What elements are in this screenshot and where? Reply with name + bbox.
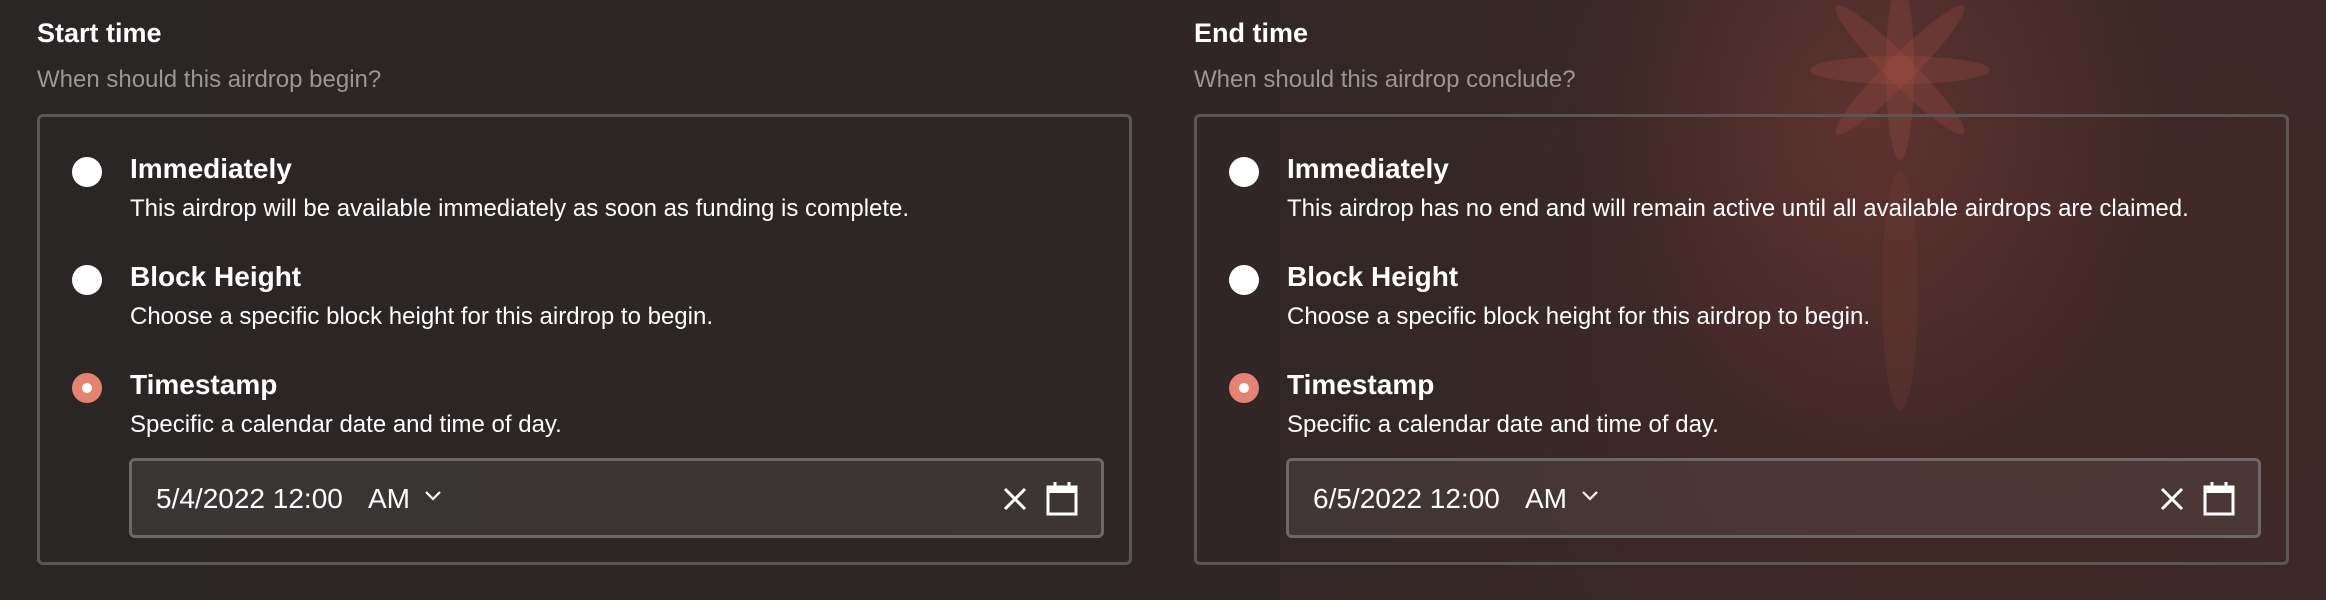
option-label: Block Height [1287, 261, 1459, 292]
start-option-immediately[interactable]: Immediately This airdrop will be availab… [40, 153, 1130, 243]
start-time-options-box: Immediately This airdrop will be availab… [37, 114, 1132, 565]
close-icon[interactable] [2158, 485, 2186, 513]
start-option-block-height[interactable]: Block Height Choose a specific block hei… [40, 261, 1130, 351]
option-description: Specific a calendar date and time of day… [1287, 411, 1719, 438]
end-option-block-height[interactable]: Block Height Choose a specific block hei… [1197, 261, 2287, 351]
start-time-subtitle: When should this airdrop begin? [37, 66, 382, 93]
calendar-icon[interactable] [2202, 481, 2236, 517]
option-description: Specific a calendar date and time of day… [130, 411, 562, 438]
radio-button-selected[interactable] [1229, 373, 1259, 403]
chevron-down-icon[interactable] [1581, 489, 1599, 503]
end-time-options-box: Immediately This airdrop has no end and … [1194, 114, 2289, 565]
option-label: Block Height [130, 261, 302, 292]
ampm-value[interactable]: AM [1525, 483, 1567, 515]
radio-button[interactable] [1229, 265, 1259, 295]
end-option-timestamp[interactable]: Timestamp Specific a calendar date and t… [1197, 369, 2287, 459]
option-description: This airdrop will be available immediate… [130, 195, 910, 222]
end-time-subtitle: When should this airdrop conclude? [1194, 66, 1576, 93]
option-label: Immediately [1287, 153, 1449, 184]
option-label: Timestamp [130, 369, 278, 400]
end-datetime-input[interactable]: 6/5/2022 12:00 AM [1286, 458, 2261, 538]
chevron-down-icon[interactable] [424, 489, 442, 503]
start-time-title: Start time [37, 18, 162, 48]
option-description: Choose a specific block height for this … [130, 303, 713, 330]
option-label: Immediately [130, 153, 292, 184]
option-description: Choose a specific block height for this … [1287, 303, 1870, 330]
start-option-timestamp[interactable]: Timestamp Specific a calendar date and t… [40, 369, 1130, 459]
ampm-value[interactable]: AM [368, 483, 410, 515]
option-description: This airdrop has no end and will remain … [1287, 195, 2189, 222]
end-option-immediately[interactable]: Immediately This airdrop has no end and … [1197, 153, 2287, 243]
close-icon[interactable] [1001, 485, 1029, 513]
radio-button[interactable] [72, 265, 102, 295]
option-label: Timestamp [1287, 369, 1435, 400]
end-time-title: End time [1194, 18, 1309, 48]
datetime-value[interactable]: 5/4/2022 12:00 [156, 483, 343, 515]
calendar-icon[interactable] [1045, 481, 1079, 517]
radio-button[interactable] [1229, 157, 1259, 187]
radio-button-selected[interactable] [72, 373, 102, 403]
datetime-value[interactable]: 6/5/2022 12:00 [1313, 483, 1500, 515]
start-datetime-input[interactable]: 5/4/2022 12:00 AM [129, 458, 1104, 538]
radio-button[interactable] [72, 157, 102, 187]
